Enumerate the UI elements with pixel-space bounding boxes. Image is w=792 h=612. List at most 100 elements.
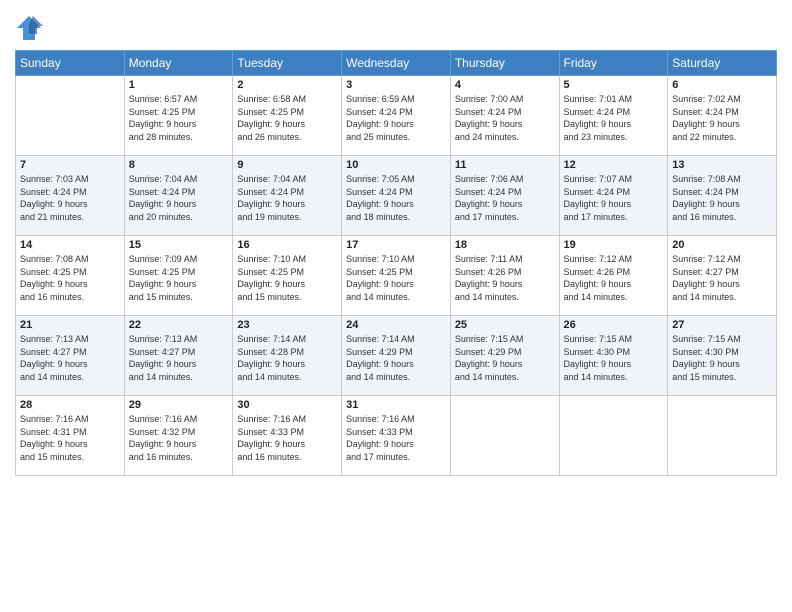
calendar-cell: 2Sunrise: 6:58 AM Sunset: 4:25 PM Daylig… bbox=[233, 76, 342, 156]
day-info: Sunrise: 7:04 AM Sunset: 4:24 PM Dayligh… bbox=[129, 173, 229, 223]
day-number: 16 bbox=[237, 239, 337, 251]
calendar-cell: 14Sunrise: 7:08 AM Sunset: 4:25 PM Dayli… bbox=[16, 236, 125, 316]
day-info: Sunrise: 7:05 AM Sunset: 4:24 PM Dayligh… bbox=[346, 173, 446, 223]
day-info: Sunrise: 7:01 AM Sunset: 4:24 PM Dayligh… bbox=[564, 93, 664, 143]
day-number: 17 bbox=[346, 239, 446, 251]
day-number: 11 bbox=[455, 159, 555, 171]
calendar-cell: 7Sunrise: 7:03 AM Sunset: 4:24 PM Daylig… bbox=[16, 156, 125, 236]
calendar-header-friday: Friday bbox=[559, 51, 668, 76]
day-info: Sunrise: 7:16 AM Sunset: 4:32 PM Dayligh… bbox=[129, 413, 229, 463]
calendar-cell bbox=[559, 396, 668, 476]
day-number: 26 bbox=[564, 319, 664, 331]
day-number: 8 bbox=[129, 159, 229, 171]
calendar-header-thursday: Thursday bbox=[450, 51, 559, 76]
day-number: 4 bbox=[455, 79, 555, 91]
day-info: Sunrise: 7:06 AM Sunset: 4:24 PM Dayligh… bbox=[455, 173, 555, 223]
day-number: 3 bbox=[346, 79, 446, 91]
day-number: 13 bbox=[672, 159, 772, 171]
day-info: Sunrise: 7:15 AM Sunset: 4:30 PM Dayligh… bbox=[564, 333, 664, 383]
calendar-header-wednesday: Wednesday bbox=[342, 51, 451, 76]
page: SundayMondayTuesdayWednesdayThursdayFrid… bbox=[0, 0, 792, 612]
day-info: Sunrise: 7:15 AM Sunset: 4:30 PM Dayligh… bbox=[672, 333, 772, 383]
calendar-header-tuesday: Tuesday bbox=[233, 51, 342, 76]
day-number: 14 bbox=[20, 239, 120, 251]
calendar-cell: 21Sunrise: 7:13 AM Sunset: 4:27 PM Dayli… bbox=[16, 316, 125, 396]
day-info: Sunrise: 7:14 AM Sunset: 4:28 PM Dayligh… bbox=[237, 333, 337, 383]
calendar-cell: 10 Sunrise: 7:05 AM Sunset: 4:24 PM Dayli… bbox=[342, 156, 451, 236]
calendar-cell bbox=[16, 76, 125, 156]
calendar-header-sunday: Sunday bbox=[16, 51, 125, 76]
day-number: 24 bbox=[346, 319, 446, 331]
calendar-cell: 3 Sunrise: 6:59 AM Sunset: 4:24 PM Daylig… bbox=[342, 76, 451, 156]
day-number: 20 bbox=[672, 239, 772, 251]
day-number: 15 bbox=[129, 239, 229, 251]
logo bbox=[15, 14, 47, 42]
calendar: SundayMondayTuesdayWednesdayThursdayFrid… bbox=[15, 50, 777, 476]
day-info: Sunrise: 7:00 AM Sunset: 4:24 PM Dayligh… bbox=[455, 93, 555, 143]
calendar-cell: 28Sunrise: 7:16 AM Sunset: 4:31 PM Dayli… bbox=[16, 396, 125, 476]
day-number: 30 bbox=[237, 399, 337, 411]
day-number: 22 bbox=[129, 319, 229, 331]
day-number: 23 bbox=[237, 319, 337, 331]
day-info: Sunrise: 7:12 AM Sunset: 4:27 PM Dayligh… bbox=[672, 253, 772, 303]
day-number: 25 bbox=[455, 319, 555, 331]
calendar-cell: 1 Sunrise: 6:57 AM Sunset: 4:25 PM Daylig… bbox=[124, 76, 233, 156]
day-info: Sunrise: 6:58 AM Sunset: 4:25 PM Dayligh… bbox=[237, 93, 337, 143]
day-number: 31 bbox=[346, 399, 446, 411]
day-number: 9 bbox=[237, 159, 337, 171]
day-number: 10 bbox=[346, 159, 446, 171]
calendar-cell: 18Sunrise: 7:11 AM Sunset: 4:26 PM Dayli… bbox=[450, 236, 559, 316]
day-info: Sunrise: 7:16 AM Sunset: 4:33 PM Dayligh… bbox=[346, 413, 446, 463]
day-info: Sunrise: 6:57 AM Sunset: 4:25 PM Dayligh… bbox=[129, 93, 229, 143]
calendar-cell: 29Sunrise: 7:16 AM Sunset: 4:32 PM Dayli… bbox=[124, 396, 233, 476]
day-number: 1 bbox=[129, 79, 229, 91]
calendar-cell: 11 Sunrise: 7:06 AM Sunset: 4:24 PM Dayli… bbox=[450, 156, 559, 236]
day-info: Sunrise: 7:07 AM Sunset: 4:24 PM Dayligh… bbox=[564, 173, 664, 223]
calendar-cell: 5 Sunrise: 7:01 AM Sunset: 4:24 PM Daylig… bbox=[559, 76, 668, 156]
calendar-cell: 25 Sunrise: 7:15 AM Sunset: 4:29 PM Dayli… bbox=[450, 316, 559, 396]
day-info: Sunrise: 6:59 AM Sunset: 4:24 PM Dayligh… bbox=[346, 93, 446, 143]
day-info: Sunrise: 7:14 AM Sunset: 4:29 PM Dayligh… bbox=[346, 333, 446, 383]
day-info: Sunrise: 7:12 AM Sunset: 4:26 PM Dayligh… bbox=[564, 253, 664, 303]
calendar-cell bbox=[668, 396, 777, 476]
day-number: 7 bbox=[20, 159, 120, 171]
logo-icon bbox=[15, 14, 43, 42]
day-info: Sunrise: 7:04 AM Sunset: 4:24 PM Dayligh… bbox=[237, 173, 337, 223]
day-number: 21 bbox=[20, 319, 120, 331]
calendar-week-3: 14Sunrise: 7:08 AM Sunset: 4:25 PM Dayli… bbox=[16, 236, 777, 316]
day-info: Sunrise: 7:10 AM Sunset: 4:25 PM Dayligh… bbox=[237, 253, 337, 303]
calendar-week-5: 28Sunrise: 7:16 AM Sunset: 4:31 PM Dayli… bbox=[16, 396, 777, 476]
calendar-header-monday: Monday bbox=[124, 51, 233, 76]
calendar-cell: 22 Sunrise: 7:13 AM Sunset: 4:27 PM Dayli… bbox=[124, 316, 233, 396]
calendar-week-2: 7Sunrise: 7:03 AM Sunset: 4:24 PM Daylig… bbox=[16, 156, 777, 236]
day-info: Sunrise: 7:13 AM Sunset: 4:27 PM Dayligh… bbox=[129, 333, 229, 383]
day-number: 27 bbox=[672, 319, 772, 331]
day-info: Sunrise: 7:16 AM Sunset: 4:31 PM Dayligh… bbox=[20, 413, 120, 463]
calendar-cell: 13Sunrise: 7:08 AM Sunset: 4:24 PM Dayli… bbox=[668, 156, 777, 236]
calendar-cell: 31 Sunrise: 7:16 AM Sunset: 4:33 PM Dayli… bbox=[342, 396, 451, 476]
calendar-cell: 27 Sunrise: 7:15 AM Sunset: 4:30 PM Dayli… bbox=[668, 316, 777, 396]
day-number: 5 bbox=[564, 79, 664, 91]
calendar-cell: 30 Sunrise: 7:16 AM Sunset: 4:33 PM Dayli… bbox=[233, 396, 342, 476]
calendar-cell bbox=[450, 396, 559, 476]
calendar-week-4: 21 Sunrise: 7:13 AM Sunset: 4:27 PM Dayli… bbox=[16, 316, 777, 396]
calendar-cell: 16 Sunrise: 7:10 AM Sunset: 4:25 PM Dayli… bbox=[233, 236, 342, 316]
calendar-cell: 12Sunrise: 7:07 AM Sunset: 4:24 PM Dayli… bbox=[559, 156, 668, 236]
calendar-cell: 23 Sunrise: 7:14 AM Sunset: 4:28 PM Dayli… bbox=[233, 316, 342, 396]
calendar-cell: 26 Sunrise: 7:15 AM Sunset: 4:30 PM Dayli… bbox=[559, 316, 668, 396]
header bbox=[15, 10, 777, 42]
day-info: Sunrise: 7:15 AM Sunset: 4:29 PM Dayligh… bbox=[455, 333, 555, 383]
calendar-cell: 17 Sunrise: 7:10 AM Sunset: 4:25 PM Dayli… bbox=[342, 236, 451, 316]
calendar-week-1: 1 Sunrise: 6:57 AM Sunset: 4:25 PM Daylig… bbox=[16, 76, 777, 156]
calendar-cell: 19 Sunrise: 7:12 AM Sunset: 4:26 PM Dayli… bbox=[559, 236, 668, 316]
day-number: 6 bbox=[672, 79, 772, 91]
calendar-cell: 8 Sunrise: 7:04 AM Sunset: 4:24 PM Daylig… bbox=[124, 156, 233, 236]
day-number: 19 bbox=[564, 239, 664, 251]
day-info: Sunrise: 7:09 AM Sunset: 4:25 PM Dayligh… bbox=[129, 253, 229, 303]
calendar-cell: 4 Sunrise: 7:00 AM Sunset: 4:24 PM Daylig… bbox=[450, 76, 559, 156]
calendar-cell: 6Sunrise: 7:02 AM Sunset: 4:24 PM Daylig… bbox=[668, 76, 777, 156]
calendar-cell: 20 Sunrise: 7:12 AM Sunset: 4:27 PM Dayli… bbox=[668, 236, 777, 316]
day-info: Sunrise: 7:10 AM Sunset: 4:25 PM Dayligh… bbox=[346, 253, 446, 303]
day-info: Sunrise: 7:16 AM Sunset: 4:33 PM Dayligh… bbox=[237, 413, 337, 463]
calendar-header-row: SundayMondayTuesdayWednesdayThursdayFrid… bbox=[16, 51, 777, 76]
